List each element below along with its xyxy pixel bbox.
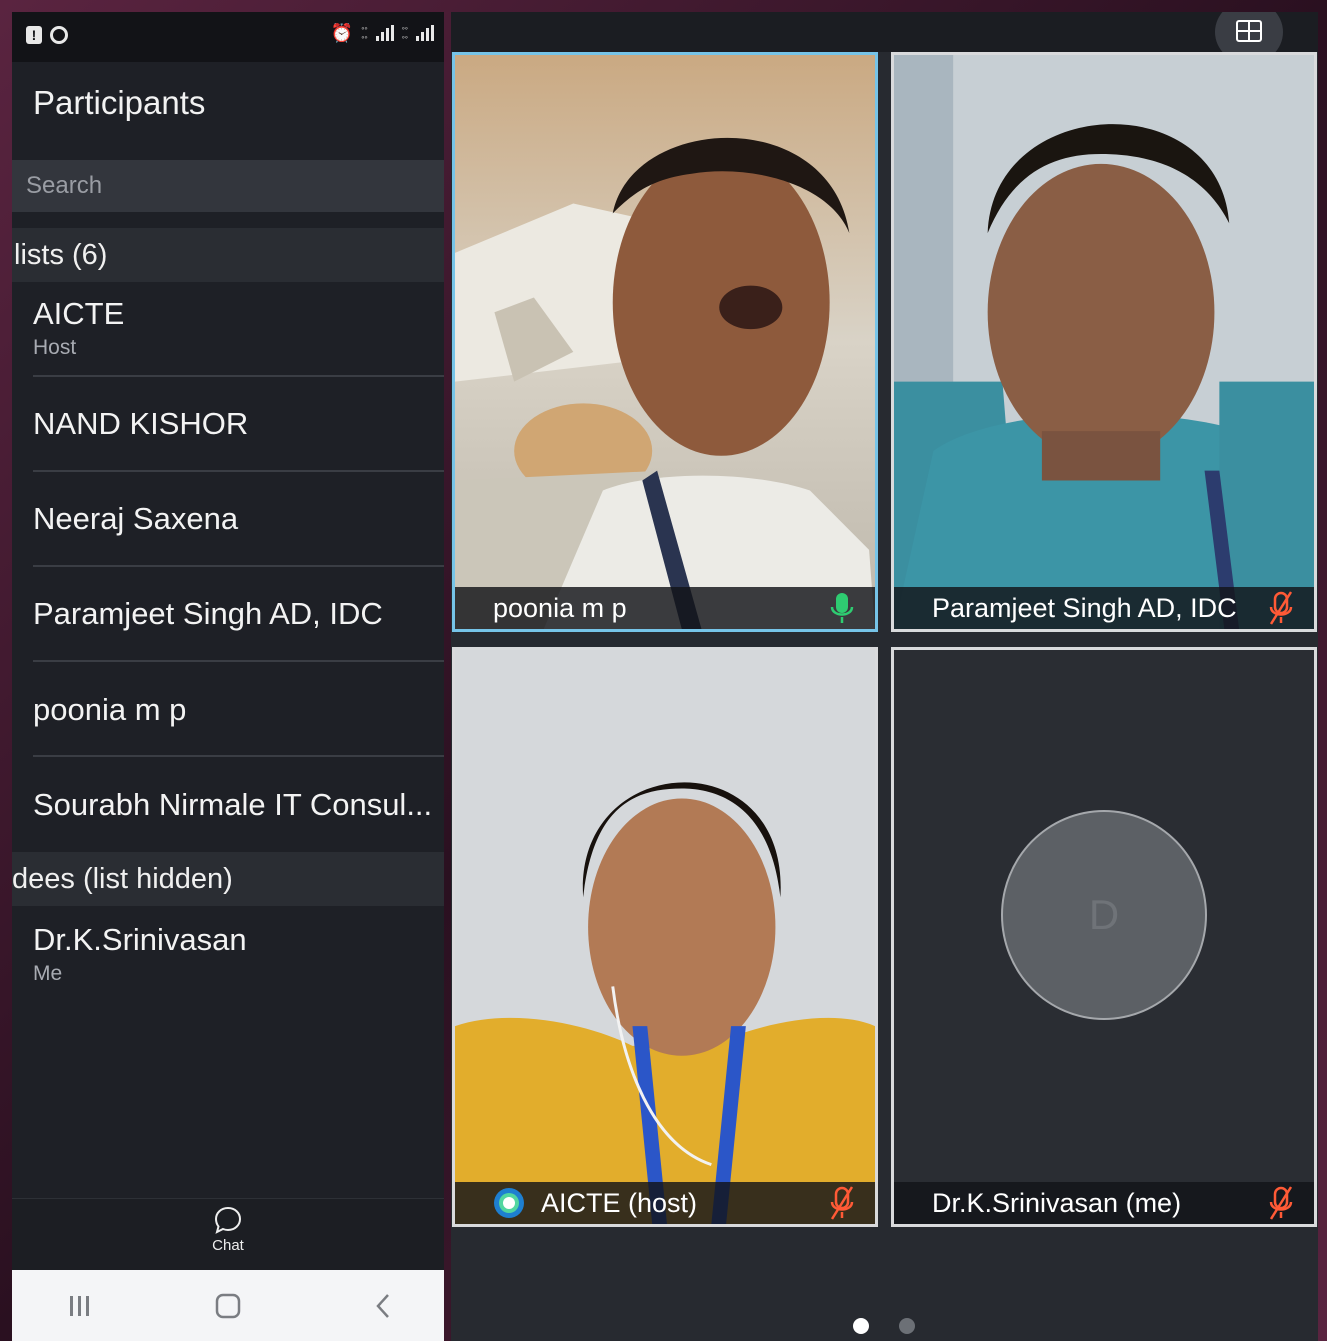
participant-name: poonia m p — [33, 692, 187, 727]
signal-2-icon — [416, 25, 434, 41]
volte-2-icon: ◦◦ ◦◦ — [401, 23, 408, 42]
home-icon[interactable] — [208, 1292, 248, 1320]
notification-icon: ! — [26, 26, 42, 44]
participant-name: Paramjeet Singh AD, IDC — [33, 596, 383, 631]
participant-video — [455, 55, 875, 629]
participant-name: Dr.K.Srinivasan — [33, 922, 247, 957]
participant-item[interactable]: Sourabh Nirmale IT Consul... — [33, 787, 444, 823]
attendees-section-header[interactable]: dees (list hidden) — [12, 852, 444, 906]
divider — [33, 470, 444, 472]
participant-item[interactable]: Paramjeet Singh AD, IDC — [33, 596, 444, 632]
participant-item[interactable]: NAND KISHOR — [33, 406, 444, 442]
participant-item[interactable]: Dr.K.Srinivasan Me — [33, 922, 444, 986]
video-top-bar — [451, 12, 1318, 52]
participant-name: AICTE — [33, 296, 125, 331]
tile-caption: poonia m p — [455, 587, 875, 629]
bottom-action-bar: Chat — [12, 1198, 444, 1271]
signal-icon — [375, 25, 394, 41]
participant-item[interactable]: Neeraj Saxena — [33, 501, 444, 537]
host-logo-icon — [494, 1188, 524, 1218]
chat-button[interactable]: Chat — [204, 1205, 252, 1254]
participant-item[interactable]: poonia m p — [33, 692, 444, 728]
avatar: D — [1001, 810, 1207, 1020]
divider — [33, 565, 444, 567]
tile-caption: Paramjeet Singh AD, IDC — [894, 587, 1314, 629]
video-tile[interactable]: poonia m p — [452, 52, 878, 632]
recents-icon[interactable] — [60, 1292, 100, 1320]
divider — [33, 660, 444, 662]
chat-label: Chat — [212, 1237, 244, 1254]
participant-item[interactable]: AICTE Host — [33, 296, 444, 360]
status-bar: ! ⏰ ◦◦ ◦◦ ◦◦ ◦◦ — [12, 12, 444, 62]
page-title: Participants — [33, 84, 206, 121]
tile-participant-name: Dr.K.Srinivasan (me) — [932, 1188, 1182, 1218]
page-dot[interactable] — [899, 1318, 915, 1334]
participant-name: NAND KISHOR — [33, 406, 249, 441]
participant-role: Host — [33, 336, 77, 359]
tile-participant-name: Paramjeet Singh AD, IDC — [932, 593, 1237, 623]
tile-caption: Dr.K.Srinivasan (me) — [894, 1182, 1314, 1224]
chat-icon — [214, 1206, 242, 1234]
participant-role: Me — [33, 962, 63, 985]
tile-participant-name: AICTE (host) — [541, 1188, 698, 1218]
android-nav-bar — [12, 1270, 444, 1341]
video-tile[interactable]: D Dr.K.Srinivasan (me) — [891, 647, 1317, 1227]
participant-name: Sourabh Nirmale IT Consul... — [33, 787, 433, 822]
mic-muted-icon[interactable] — [829, 1186, 855, 1220]
participant-video — [455, 650, 875, 1224]
grid-icon — [1236, 20, 1262, 42]
search-input[interactable] — [12, 160, 444, 212]
panelists-section-label: lists (6) — [14, 239, 108, 271]
back-icon[interactable] — [364, 1292, 404, 1320]
page-dot-active[interactable] — [853, 1318, 869, 1334]
tile-caption: AICTE (host) — [455, 1182, 875, 1224]
divider — [33, 755, 444, 757]
alarm-icon: ⏰ — [330, 23, 354, 43]
attendees-section-label: dees (list hidden) — [12, 863, 233, 895]
video-tile[interactable]: Paramjeet Singh AD, IDC — [891, 52, 1317, 632]
panelists-section-header[interactable]: lists (6) — [12, 228, 444, 282]
divider — [33, 375, 444, 377]
video-tile[interactable]: AICTE (host) — [452, 647, 878, 1227]
participant-name: Neeraj Saxena — [33, 501, 239, 536]
video-gallery: poonia m p Paramjeet Singh AD, IDC AICTE… — [451, 12, 1318, 1341]
mic-on-icon[interactable] — [829, 591, 855, 625]
participants-panel: ! ⏰ ◦◦◦◦ ◦◦◦◦ Participants lists (6) AIC… — [12, 12, 444, 1341]
mic-muted-icon[interactable] — [1268, 591, 1294, 625]
mic-muted-icon[interactable] — [1268, 1186, 1294, 1220]
participant-video — [894, 55, 1314, 629]
sync-icon — [50, 26, 68, 44]
volte-icon: ◦◦ ◦◦ — [361, 23, 368, 42]
tile-participant-name: poonia m p — [493, 593, 627, 623]
